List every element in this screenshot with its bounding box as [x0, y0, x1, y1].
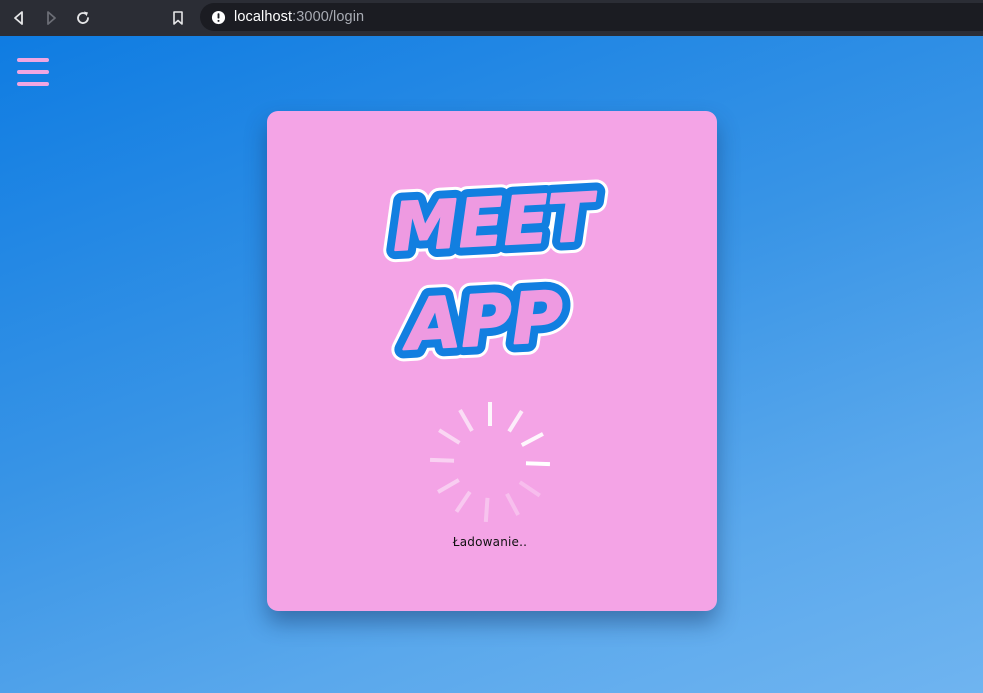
browser-toolbar: localhost:3000/login: [0, 0, 983, 36]
url-path: :3000/login: [292, 9, 365, 25]
menu-bar: [17, 70, 49, 74]
url-host: localhost: [234, 9, 293, 25]
forward-button[interactable]: [39, 6, 63, 30]
hamburger-menu-icon[interactable]: [17, 58, 49, 86]
reload-icon: [77, 11, 89, 24]
loading-text: Ładowanie..: [452, 535, 528, 549]
menu-bar: [17, 82, 49, 86]
login-card: MEET MEET MEET APP APP APP Ładowanie..: [267, 111, 717, 611]
logo-line1: MEET: [391, 179, 601, 267]
info-icon[interactable]: [211, 10, 226, 25]
meet-app-logo: MEET MEET MEET APP APP APP: [363, 173, 623, 373]
reload-button[interactable]: [71, 6, 95, 30]
url-text: localhost:3000/login: [234, 9, 364, 25]
bookmark-button[interactable]: [166, 6, 190, 30]
menu-bar: [17, 58, 49, 62]
arrow-left-icon: [14, 11, 23, 25]
page-background: MEET MEET MEET APP APP APP Ładowanie..: [0, 36, 983, 693]
arrow-right-icon: [47, 11, 56, 25]
address-bar[interactable]: localhost:3000/login: [200, 3, 983, 31]
bookmark-icon: [173, 11, 183, 25]
logo-line2: APP: [399, 276, 565, 366]
back-button[interactable]: [7, 6, 31, 30]
loading-spinner-icon: [428, 400, 552, 524]
